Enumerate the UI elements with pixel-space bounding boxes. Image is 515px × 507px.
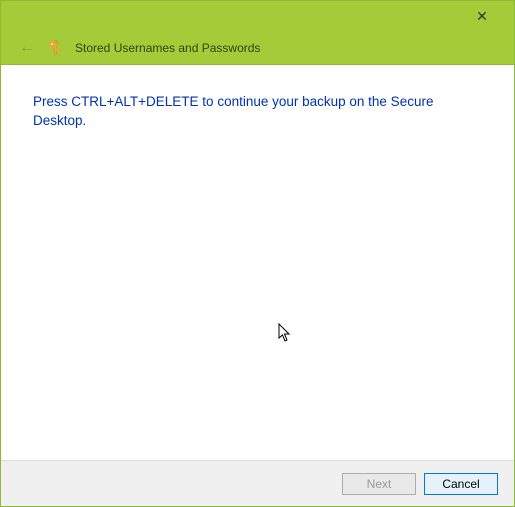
- back-arrow-icon: ←: [19, 39, 35, 57]
- cancel-button[interactable]: Cancel: [424, 473, 498, 495]
- header-bar: ← Stored Usernames and Passwords: [1, 31, 514, 65]
- close-icon: ✕: [476, 8, 488, 25]
- dialog-title: Stored Usernames and Passwords: [75, 41, 260, 55]
- button-bar: Next Cancel: [1, 460, 514, 506]
- back-button: ←: [17, 39, 37, 57]
- close-button[interactable]: ✕: [462, 2, 502, 30]
- key-icon: [47, 39, 65, 57]
- dialog-window: ✕ ← Stored Usernames and Passwords Press…: [0, 0, 515, 507]
- next-button: Next: [342, 473, 416, 495]
- content-area: Press CTRL+ALT+DELETE to continue your b…: [1, 65, 514, 460]
- instruction-message: Press CTRL+ALT+DELETE to continue your b…: [33, 93, 482, 131]
- titlebar: ✕: [1, 1, 514, 31]
